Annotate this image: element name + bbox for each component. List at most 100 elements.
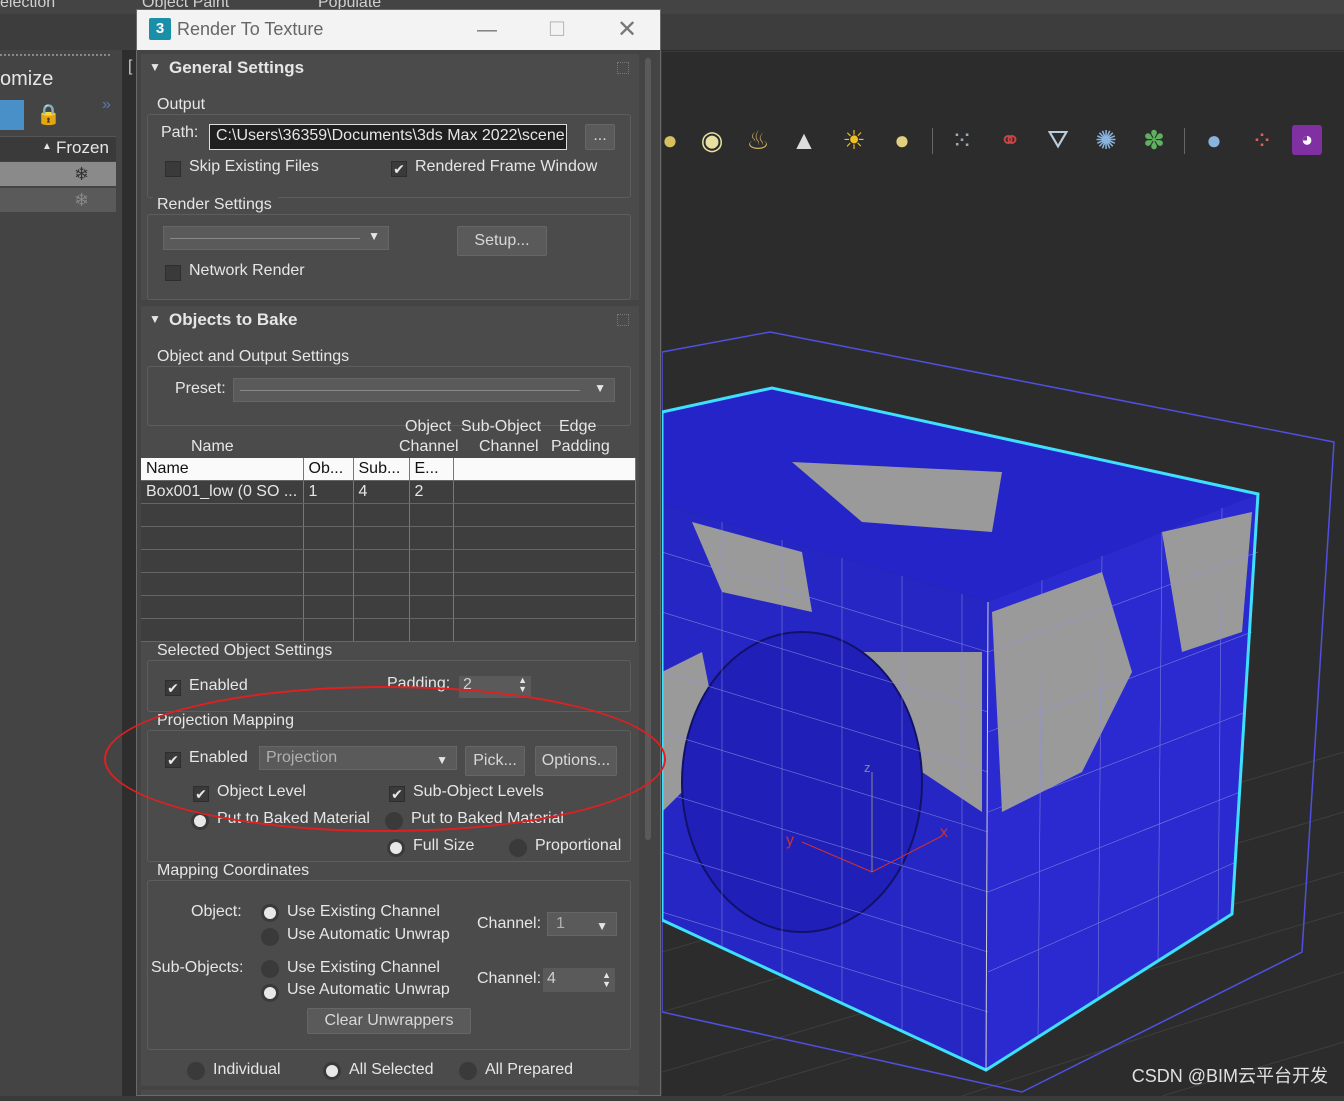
enabled-label: Enabled	[189, 677, 248, 694]
chevron-down-icon: ▼	[368, 229, 380, 243]
table-row[interactable]	[141, 503, 636, 527]
molecule-icon[interactable]: ⚭	[992, 122, 1028, 158]
objects-table[interactable]: Name Ob... Sub... E... Box001_low (0 SO …	[141, 458, 636, 642]
sun-icon[interactable]: ☀	[836, 122, 872, 158]
color-dots-icon[interactable]: ⁘	[1244, 122, 1280, 158]
subobj-use-auto-label: Use Automatic Unwrap	[287, 981, 450, 998]
lock-icon[interactable]: 🔒	[36, 102, 61, 127]
frozen-column[interactable]: Frozen	[56, 138, 109, 158]
pyramid-icon[interactable]: ⛛	[1040, 122, 1076, 158]
explorer-grip	[0, 54, 110, 56]
minimize-icon[interactable]: —	[467, 16, 507, 44]
col-name-label: Name	[191, 438, 234, 455]
skip-existing-checkbox[interactable]	[165, 161, 181, 177]
full-size-radio[interactable]	[387, 839, 405, 857]
dialog-scrollbar[interactable]	[645, 58, 651, 840]
axis-y-label: y	[786, 832, 794, 849]
collapse-arrow-icon[interactable]: ▼	[149, 60, 161, 74]
disc-icon[interactable]: ●	[884, 122, 920, 158]
snowflake-icon[interactable]: ❄	[74, 164, 89, 185]
object-output-label: Object and Output Settings	[153, 348, 356, 366]
annotation-ellipse	[104, 686, 666, 832]
sub-objects-label: Sub-Objects:	[151, 959, 244, 976]
output-label: Output	[153, 96, 212, 114]
object-label: Object:	[191, 903, 242, 920]
general-settings-rollout: ▼ General Settings Output Path: C:\Users…	[141, 54, 639, 300]
rollout-grip-icon[interactable]	[617, 314, 629, 326]
object-channel-dropdown[interactable]: 1 ▼	[547, 912, 617, 936]
table-cell: 4	[353, 480, 410, 504]
table-row[interactable]	[141, 618, 636, 642]
expand-chevron-icon[interactable]: »	[102, 96, 111, 114]
table-header[interactable]: Name	[141, 458, 304, 481]
particles-icon[interactable]: ⁙	[944, 122, 980, 158]
preset-dropdown[interactable]: ▼	[233, 378, 615, 402]
glass-sphere-icon[interactable]: ●	[1196, 122, 1232, 158]
table-header[interactable]: Sub...	[353, 458, 410, 481]
object-channel-label: Channel:	[477, 915, 542, 932]
explorer-row[interactable]: ❄	[0, 188, 116, 212]
explorer-header: ▲ Frozen	[0, 136, 116, 161]
clear-unwrappers-button[interactable]: Clear Unwrappers	[307, 1008, 471, 1034]
subobj-channel-value: 4	[547, 970, 556, 987]
all-selected-radio[interactable]	[323, 1062, 341, 1080]
table-row[interactable]	[141, 595, 636, 619]
setup-button[interactable]: Setup...	[457, 226, 547, 256]
grass-icon[interactable]: ✽	[1136, 122, 1172, 158]
rollout-grip-icon[interactable]	[617, 62, 629, 74]
object-channel-value: 1	[556, 915, 565, 932]
chevron-down-icon: ▼	[594, 381, 606, 395]
subobj-use-auto-radio[interactable]	[261, 984, 279, 1002]
spinner-arrows-icon[interactable]: ▲ ▼	[518, 676, 527, 694]
table-header[interactable]: Ob...	[303, 458, 354, 481]
subobj-channel-spinner[interactable]: 4 ▲ ▼	[543, 968, 615, 992]
path-label: Path:	[161, 124, 199, 141]
table-header[interactable]	[453, 458, 636, 481]
table-header[interactable]: E...	[409, 458, 454, 481]
rendered-frame-checkbox[interactable]: ✔	[391, 161, 407, 177]
sort-arrow-icon[interactable]: ▲	[42, 141, 52, 152]
proportional-label: Proportional	[535, 837, 622, 854]
render-preset-dropdown[interactable]: ▼	[163, 226, 389, 250]
next-rollout-header[interactable]	[141, 1090, 639, 1095]
table-row[interactable]: Box001_low (0 SO ... 1 4 2	[141, 480, 636, 504]
object-use-existing-label: Use Existing Channel	[287, 903, 440, 920]
menu-selection[interactable]: election	[0, 0, 55, 12]
general-settings-header[interactable]: ▼ General Settings	[141, 54, 639, 84]
col-edge-1: Edge	[559, 418, 597, 435]
cone-icon[interactable]: ▲	[786, 122, 822, 158]
collapse-arrow-icon[interactable]: ▼	[149, 312, 161, 326]
render-to-texture-dialog: 3 Render To Texture — ☐ ✕ ▼ General Sett…	[136, 9, 661, 1096]
spinner-arrows-icon[interactable]: ▲ ▼	[602, 971, 611, 989]
maximize-icon[interactable]: ☐	[537, 16, 577, 44]
skip-existing-label: Skip Existing Files	[189, 158, 319, 175]
proportional-radio[interactable]	[509, 839, 527, 857]
snowflake-icon[interactable]: ❄	[74, 190, 89, 211]
all-prepared-radio[interactable]	[459, 1062, 477, 1080]
table-row[interactable]	[141, 526, 636, 550]
table-row[interactable]	[141, 549, 636, 573]
teapot-icon[interactable]: ♨	[740, 122, 776, 158]
enabled-checkbox[interactable]: ✔	[165, 680, 181, 696]
table-row[interactable]	[141, 572, 636, 596]
individual-radio[interactable]	[187, 1062, 205, 1080]
watermark: CSDN @BIM云平台开发	[1131, 1066, 1328, 1086]
col-object-channel-1: Object	[405, 418, 452, 435]
network-render-checkbox[interactable]	[165, 265, 181, 281]
close-icon[interactable]: ✕	[607, 16, 647, 44]
path-input[interactable]: C:\Users\36359\Documents\3ds Max 2022\sc…	[209, 124, 567, 150]
gear-icon[interactable]: ✺	[1088, 122, 1124, 158]
browse-button[interactable]: ...	[585, 124, 615, 150]
dialog-titlebar[interactable]: 3 Render To Texture — ☐ ✕	[137, 10, 660, 50]
perspective-viewport[interactable]: y x z	[660, 52, 1344, 1097]
col-sub-object-2: Channel	[479, 438, 539, 455]
filter-icon[interactable]	[0, 100, 24, 130]
object-use-auto-radio[interactable]	[261, 928, 279, 946]
subobj-use-existing-radio[interactable]	[261, 960, 279, 978]
object-use-existing-radio[interactable]	[261, 904, 279, 922]
3dsmax-logo-icon: 3	[149, 18, 171, 40]
torus-icon[interactable]: ◉	[694, 122, 730, 158]
explorer-row[interactable]: ❄	[0, 162, 116, 186]
paint-icon[interactable]: ◕	[1292, 125, 1322, 155]
objects-to-bake-header[interactable]: ▼ Objects to Bake	[141, 306, 639, 336]
